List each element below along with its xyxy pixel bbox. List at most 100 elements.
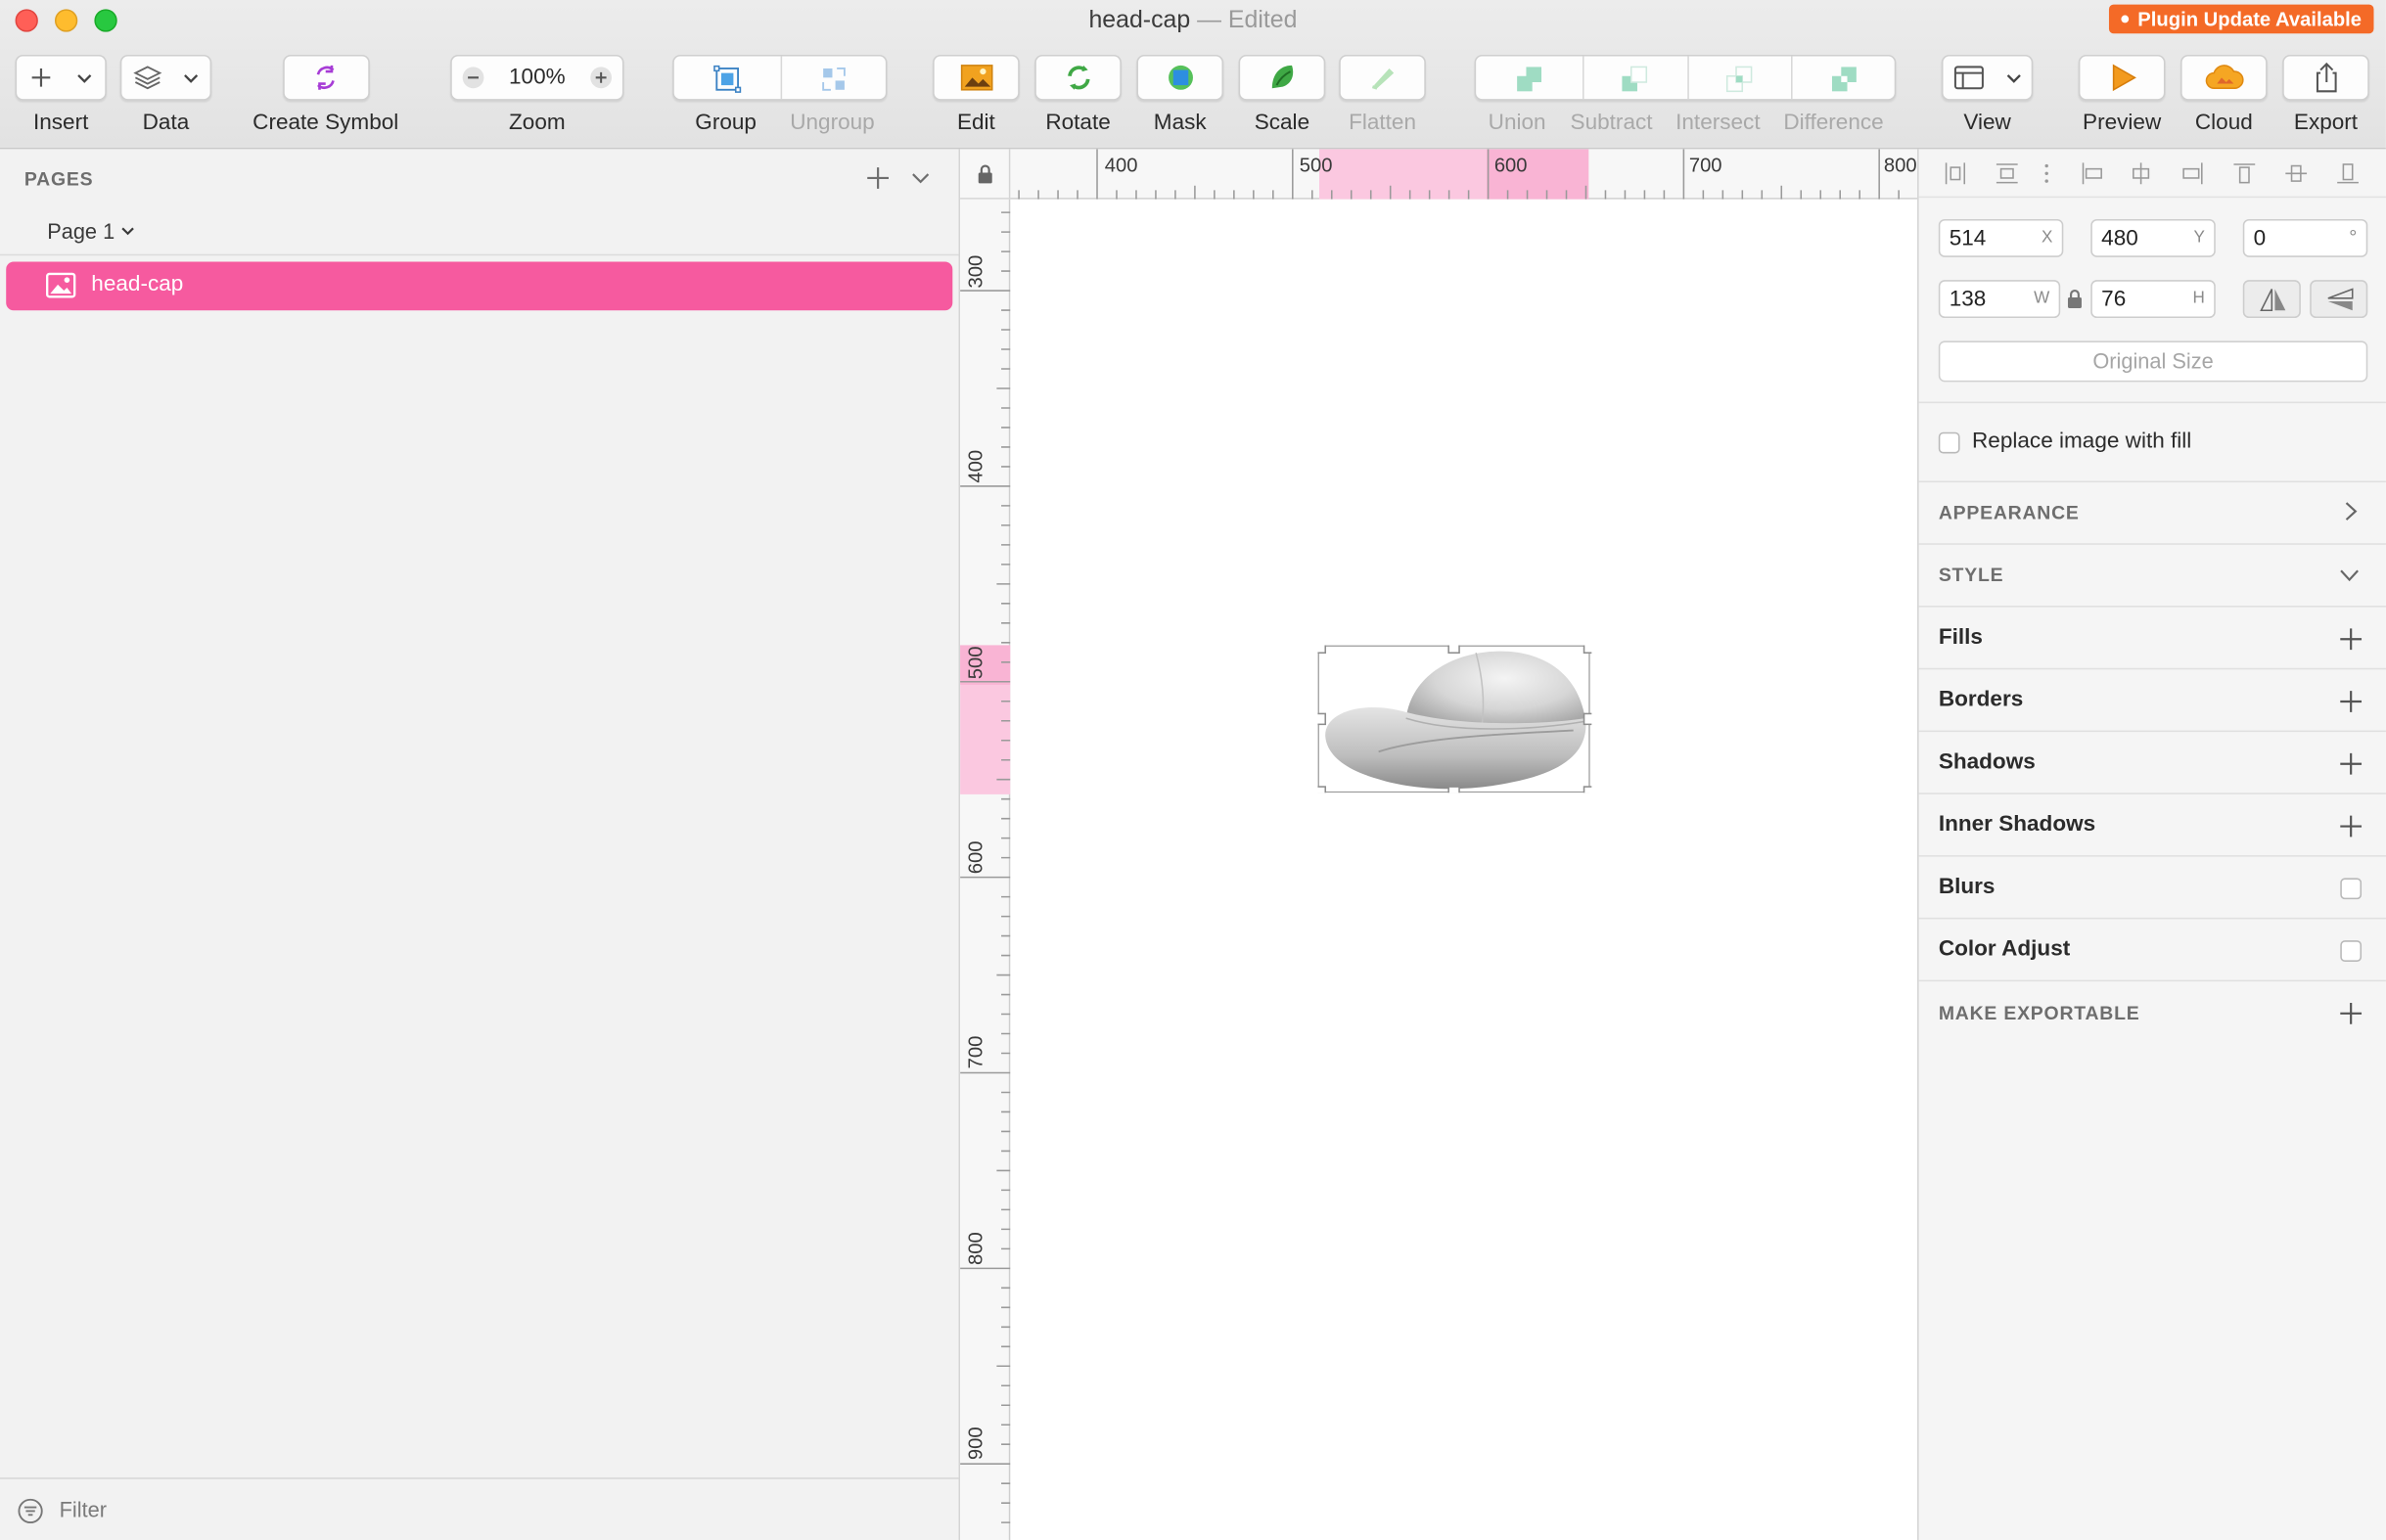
distribute-horizontal-icon[interactable] [1943,161,1967,186]
flatten-button[interactable] [1339,54,1426,101]
chevron-down-icon [2006,73,2021,83]
flip-vertical-button[interactable] [2310,280,2368,319]
ungroup-icon[interactable] [818,64,849,94]
group-icon[interactable] [712,64,743,94]
lock-proportions-icon[interactable] [2066,289,2083,309]
flip-horizontal-button[interactable] [2242,280,2301,319]
page-selector[interactable]: Page 1 [47,219,136,244]
handle-top[interactable] [1447,645,1460,655]
edit-tool[interactable]: Edit [933,54,1020,135]
align-top-icon[interactable] [2232,161,2257,186]
style-header[interactable]: STYLE [1939,565,2004,586]
zoom-out-icon[interactable] [461,66,485,90]
make-exportable-header: MAKE EXPORTABLE [1938,1002,2140,1024]
chevron-down-icon[interactable] [2339,566,2361,585]
layer-row-head-cap[interactable]: head-cap [6,261,953,311]
add-inner-shadow-plus-icon[interactable] [2339,814,2363,838]
subtract-icon[interactable] [1619,64,1649,94]
create-symbol-button[interactable] [282,54,370,101]
union-icon[interactable] [1514,64,1544,94]
mask-tool[interactable]: Mask [1136,54,1224,136]
add-fill-plus-icon[interactable] [2339,627,2363,652]
blurs-checkbox[interactable] [2340,878,2363,900]
scale-button[interactable] [1238,54,1326,101]
divider [0,253,959,256]
lock-icon[interactable] [977,164,993,184]
add-export-plus-icon[interactable] [2339,1001,2363,1025]
edit-button[interactable] [933,54,1020,101]
preview-tool[interactable]: Preview [2078,54,2166,135]
chevron-down-icon [121,227,135,236]
canvas[interactable] [1010,199,1918,1540]
y-position-field[interactable]: 480 Y [2090,218,2216,257]
export-tool[interactable]: Export [2282,54,2369,135]
handle-left[interactable] [1317,712,1327,726]
view-button[interactable] [1941,54,2034,101]
handle-top-right[interactable] [1583,645,1592,655]
difference-icon[interactable] [1829,64,1859,94]
width-field[interactable]: 138 W [1938,280,2061,319]
page-name: Page 1 [47,218,115,244]
segment-divider [1790,56,1793,100]
head-cap-image[interactable] [1325,651,1586,790]
distribute-vertical-icon[interactable] [1995,161,2019,186]
rotation-field[interactable]: 0 ° [2242,218,2368,257]
rotate-tool[interactable]: Rotate [1034,54,1122,135]
handle-right[interactable] [1583,712,1592,726]
filter-bar: Filter [0,1477,959,1540]
rotation-unit: ° [2349,225,2358,249]
view-icon [1954,66,1985,90]
original-size-button[interactable]: Original Size [1938,340,2368,383]
replace-image-label: Replace image with fill [1972,429,2192,454]
ruler-label-600: 600 [963,840,987,875]
data-button[interactable] [119,54,212,101]
shadows-label: Shadows [1938,749,2036,775]
chevron-down-icon[interactable] [910,167,932,189]
add-page-plus-icon[interactable] [864,164,892,192]
intersect-icon[interactable] [1724,64,1755,94]
x-position-field[interactable]: 514 X [1938,218,2064,257]
rotate-button[interactable] [1034,54,1122,101]
align-left-icon[interactable] [2080,161,2104,186]
zoom-value[interactable]: 100% [509,66,566,90]
dot-icon [2121,15,2129,23]
color-adjust-checkbox[interactable] [2340,940,2363,962]
mask-label: Mask [1153,111,1207,136]
cloud-tool[interactable]: Cloud [2180,54,2268,135]
cloud-button[interactable] [2180,54,2268,101]
borders-label: Borders [1938,687,2024,712]
add-border-plus-icon[interactable] [2339,690,2363,714]
view-tool[interactable]: View [1941,54,2034,135]
plugin-update-badge[interactable]: Plugin Update Available [2108,4,2374,34]
mask-button[interactable] [1136,54,1224,101]
align-bottom-icon[interactable] [2336,161,2361,186]
height-field[interactable]: 76 H [2090,280,2216,319]
flatten-tool[interactable]: Flatten [1339,54,1426,135]
data-tool[interactable]: Data [119,54,212,135]
appearance-header[interactable]: APPEARANCE [1939,502,2080,523]
handle-top-left[interactable] [1317,645,1327,655]
more-icon[interactable] [2041,161,2052,186]
create-symbol-tool[interactable]: Create Symbol [244,54,408,135]
handle-bottom-left[interactable] [1317,786,1327,793]
insert-button[interactable] [15,54,107,101]
chevron-right-icon[interactable] [2342,501,2361,522]
handle-bottom[interactable] [1447,786,1460,793]
handle-bottom-right[interactable] [1583,786,1592,793]
horizontal-ruler-ticks [1018,149,1900,200]
replace-image-checkbox[interactable] [1938,431,1960,454]
scale-tool[interactable]: Scale [1238,54,1326,135]
head-cap-image-selection[interactable] [1317,645,1592,793]
align-vertical-center-icon[interactable] [2284,161,2309,186]
align-right-icon[interactable] [2180,161,2205,186]
preview-button[interactable] [2078,54,2166,101]
insert-tool[interactable]: Insert [15,54,107,135]
filter-input[interactable]: Filter [60,1497,107,1521]
horizontal-ruler: 400 500 600 700 800 [1010,149,1918,200]
color-adjust-label: Color Adjust [1938,937,2071,962]
export-button[interactable] [2282,54,2369,101]
ruler-label-900: 900 [963,1427,987,1461]
add-shadow-plus-icon[interactable] [2339,751,2363,776]
zoom-in-icon[interactable] [589,66,614,90]
align-horizontal-center-icon[interactable] [2129,161,2153,186]
